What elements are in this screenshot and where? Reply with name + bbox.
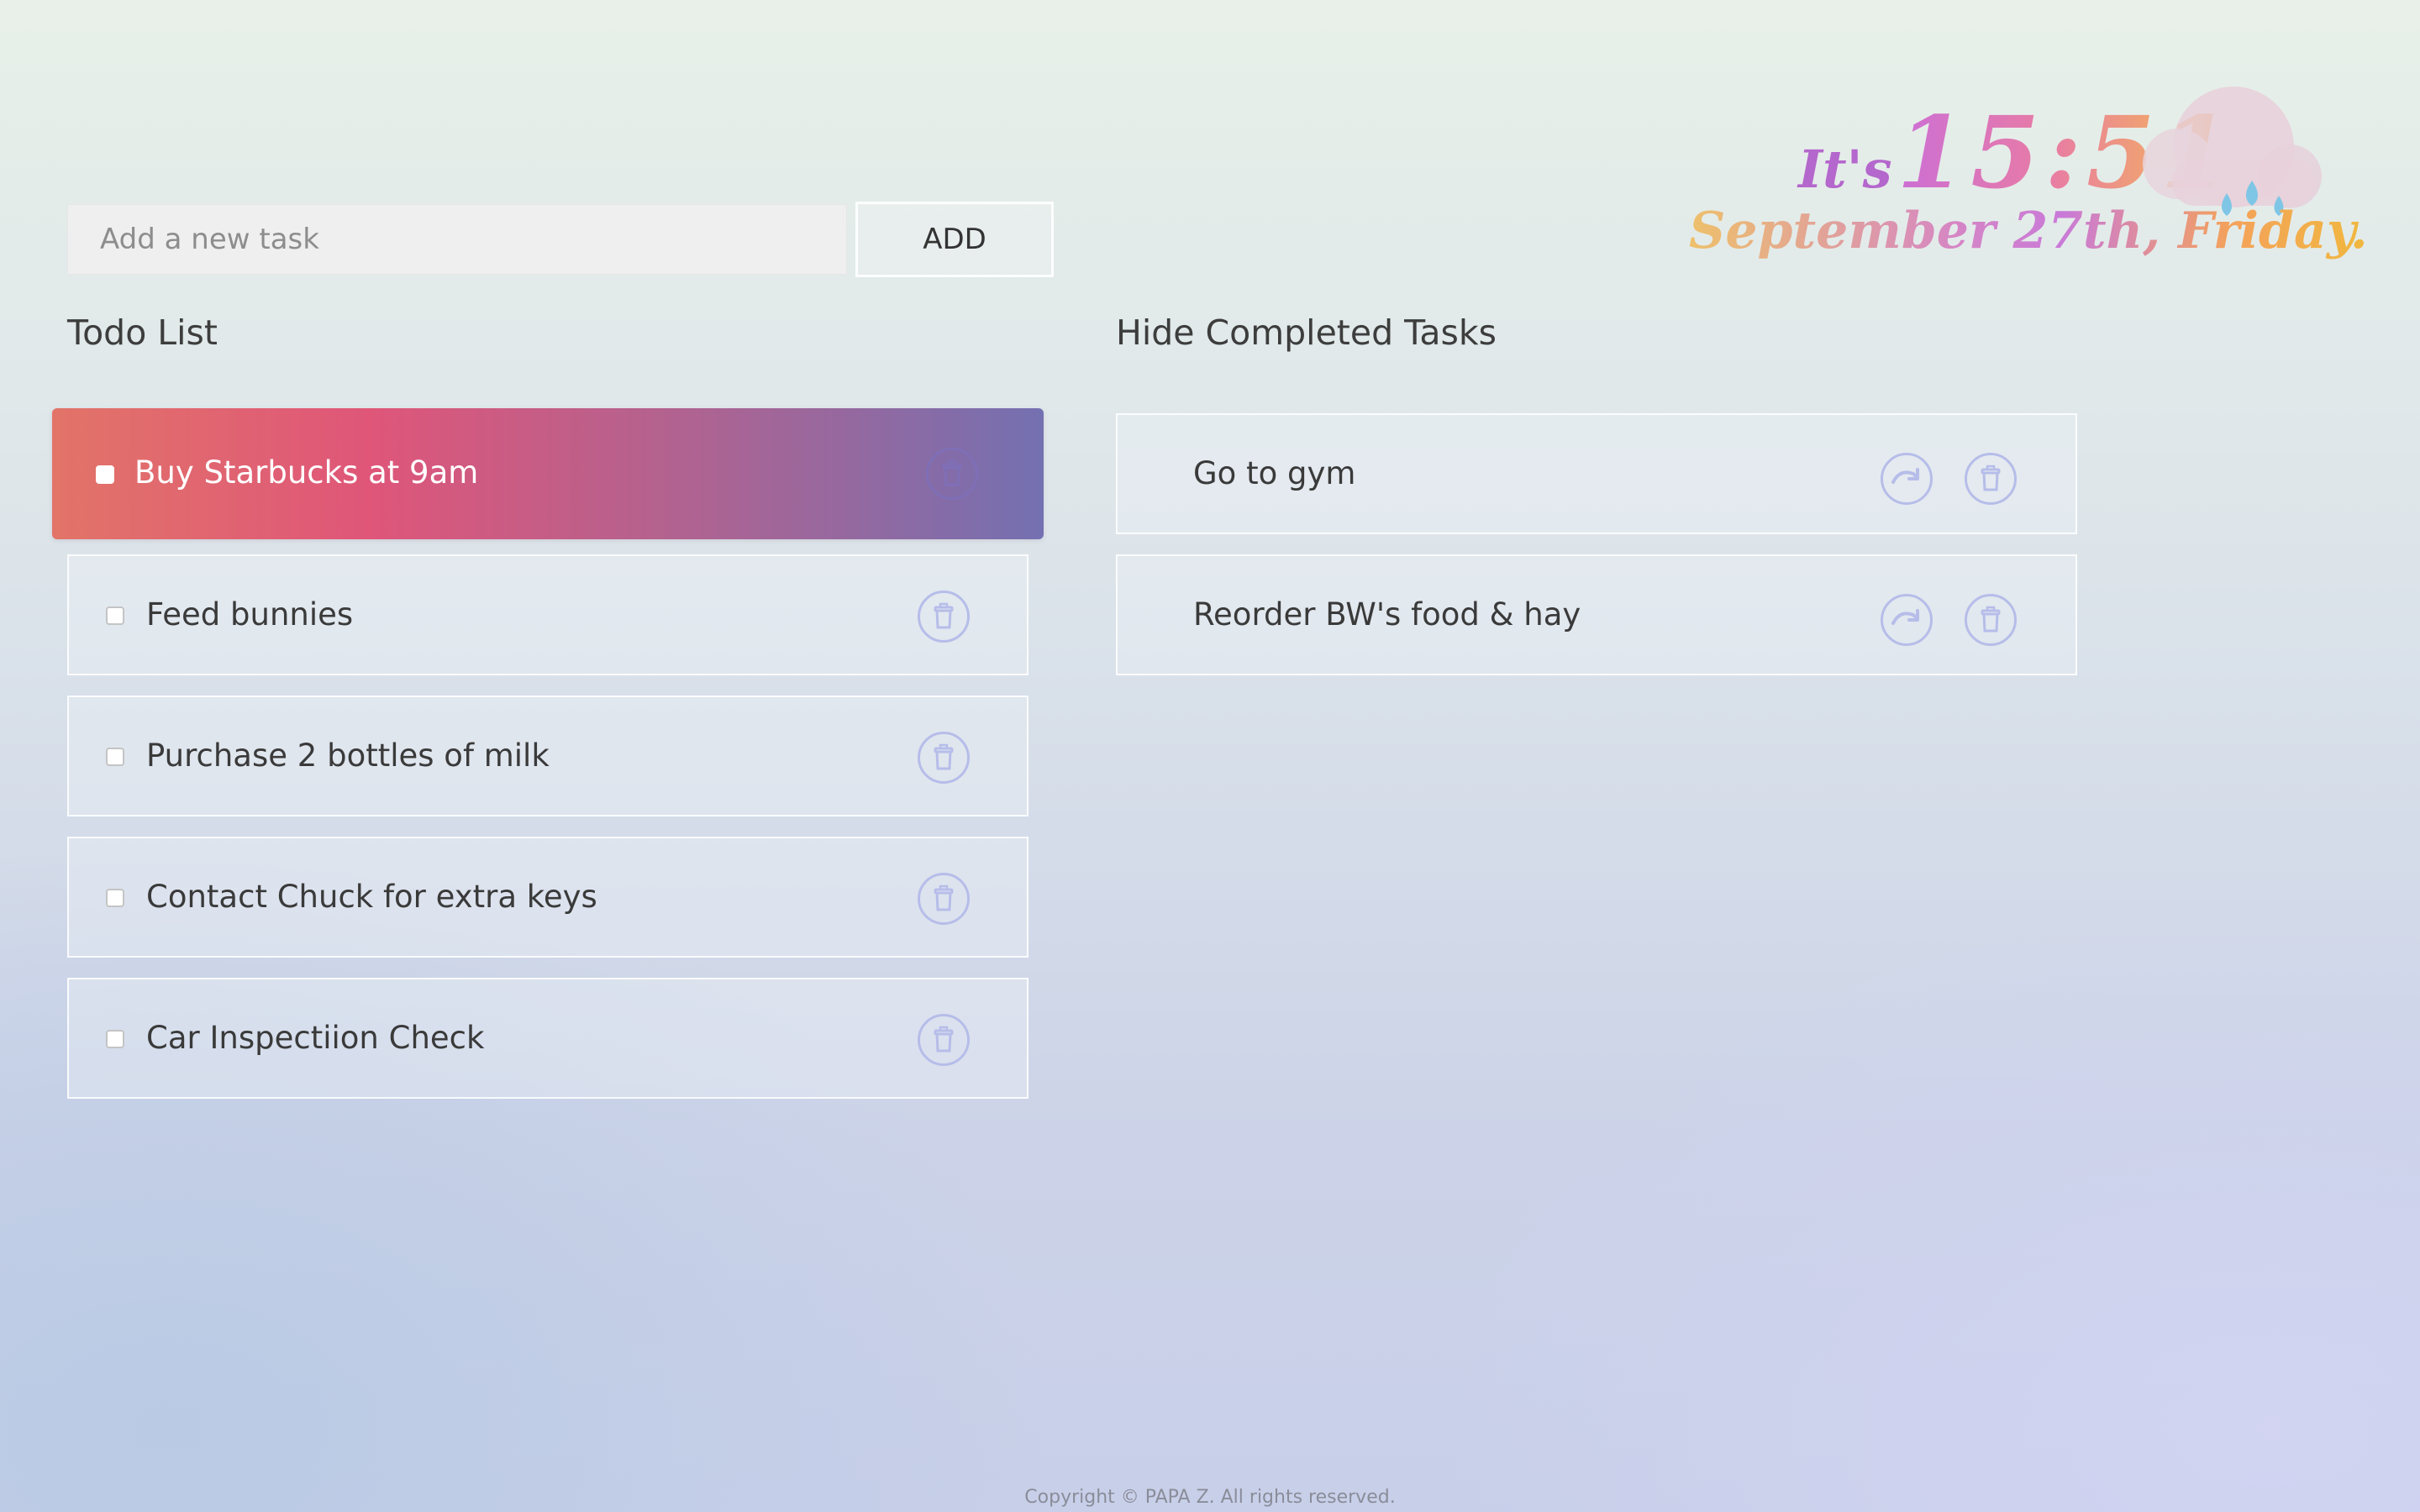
todo-item[interactable]: Buy Starbucks at 9am bbox=[52, 408, 1044, 539]
todo-list-heading: Todo List bbox=[67, 312, 218, 353]
task-checkbox[interactable] bbox=[106, 1030, 124, 1048]
task-text: Contact Chuck for extra keys bbox=[146, 879, 597, 915]
restore-task-button[interactable] bbox=[1881, 594, 1933, 646]
task-text: Go to gym bbox=[1193, 455, 1356, 491]
delete-task-button[interactable] bbox=[918, 873, 970, 925]
trash-icon bbox=[1981, 606, 2001, 633]
date-display: September 27th, Friday. bbox=[1689, 202, 2368, 260]
task-text: Reorder BW's food & hay bbox=[1193, 596, 1581, 633]
task-checkbox[interactable] bbox=[106, 748, 124, 766]
trash-icon bbox=[942, 459, 962, 486]
clock-prefix: It's bbox=[1798, 139, 1892, 200]
task-text: Purchase 2 bottles of milk bbox=[146, 738, 550, 774]
trash-icon bbox=[934, 602, 954, 629]
task-checkbox[interactable] bbox=[96, 465, 114, 484]
completed-item: Go to gym bbox=[1116, 413, 2077, 534]
redo-icon bbox=[1891, 609, 1919, 625]
copyright-footer: Copyright © PAPA Z. All rights reserved. bbox=[1024, 1487, 1396, 1508]
trash-icon bbox=[934, 743, 954, 770]
task-text: Car Inspectiion Check bbox=[146, 1020, 485, 1056]
task-text: Buy Starbucks at 9am bbox=[134, 454, 479, 491]
trash-icon bbox=[934, 885, 954, 911]
delete-task-button[interactable] bbox=[918, 732, 970, 784]
trash-icon bbox=[934, 1026, 954, 1053]
completed-item: Reorder BW's food & hay bbox=[1116, 554, 2077, 675]
redo-icon bbox=[1891, 468, 1919, 484]
delete-task-button[interactable] bbox=[918, 1014, 970, 1066]
add-task-button[interactable]: ADD bbox=[855, 202, 1054, 277]
todo-item[interactable]: Feed bunnies bbox=[67, 554, 1028, 675]
task-checkbox[interactable] bbox=[106, 606, 124, 625]
trash-icon bbox=[1981, 465, 2001, 491]
task-text: Feed bunnies bbox=[146, 596, 354, 633]
delete-task-button[interactable] bbox=[1965, 594, 2017, 646]
delete-task-button[interactable] bbox=[1965, 453, 2017, 505]
restore-task-button[interactable] bbox=[1881, 453, 1933, 505]
todo-item[interactable]: Car Inspectiion Check bbox=[67, 978, 1028, 1099]
delete-task-button[interactable] bbox=[918, 591, 970, 643]
todo-item[interactable]: Purchase 2 bottles of milk bbox=[67, 696, 1028, 816]
delete-task-button[interactable] bbox=[926, 448, 978, 500]
task-checkbox[interactable] bbox=[106, 889, 124, 907]
hide-completed-toggle[interactable]: Hide Completed Tasks bbox=[1116, 312, 1497, 353]
todo-item[interactable]: Contact Chuck for extra keys bbox=[67, 837, 1028, 958]
new-task-input[interactable] bbox=[67, 204, 847, 275]
